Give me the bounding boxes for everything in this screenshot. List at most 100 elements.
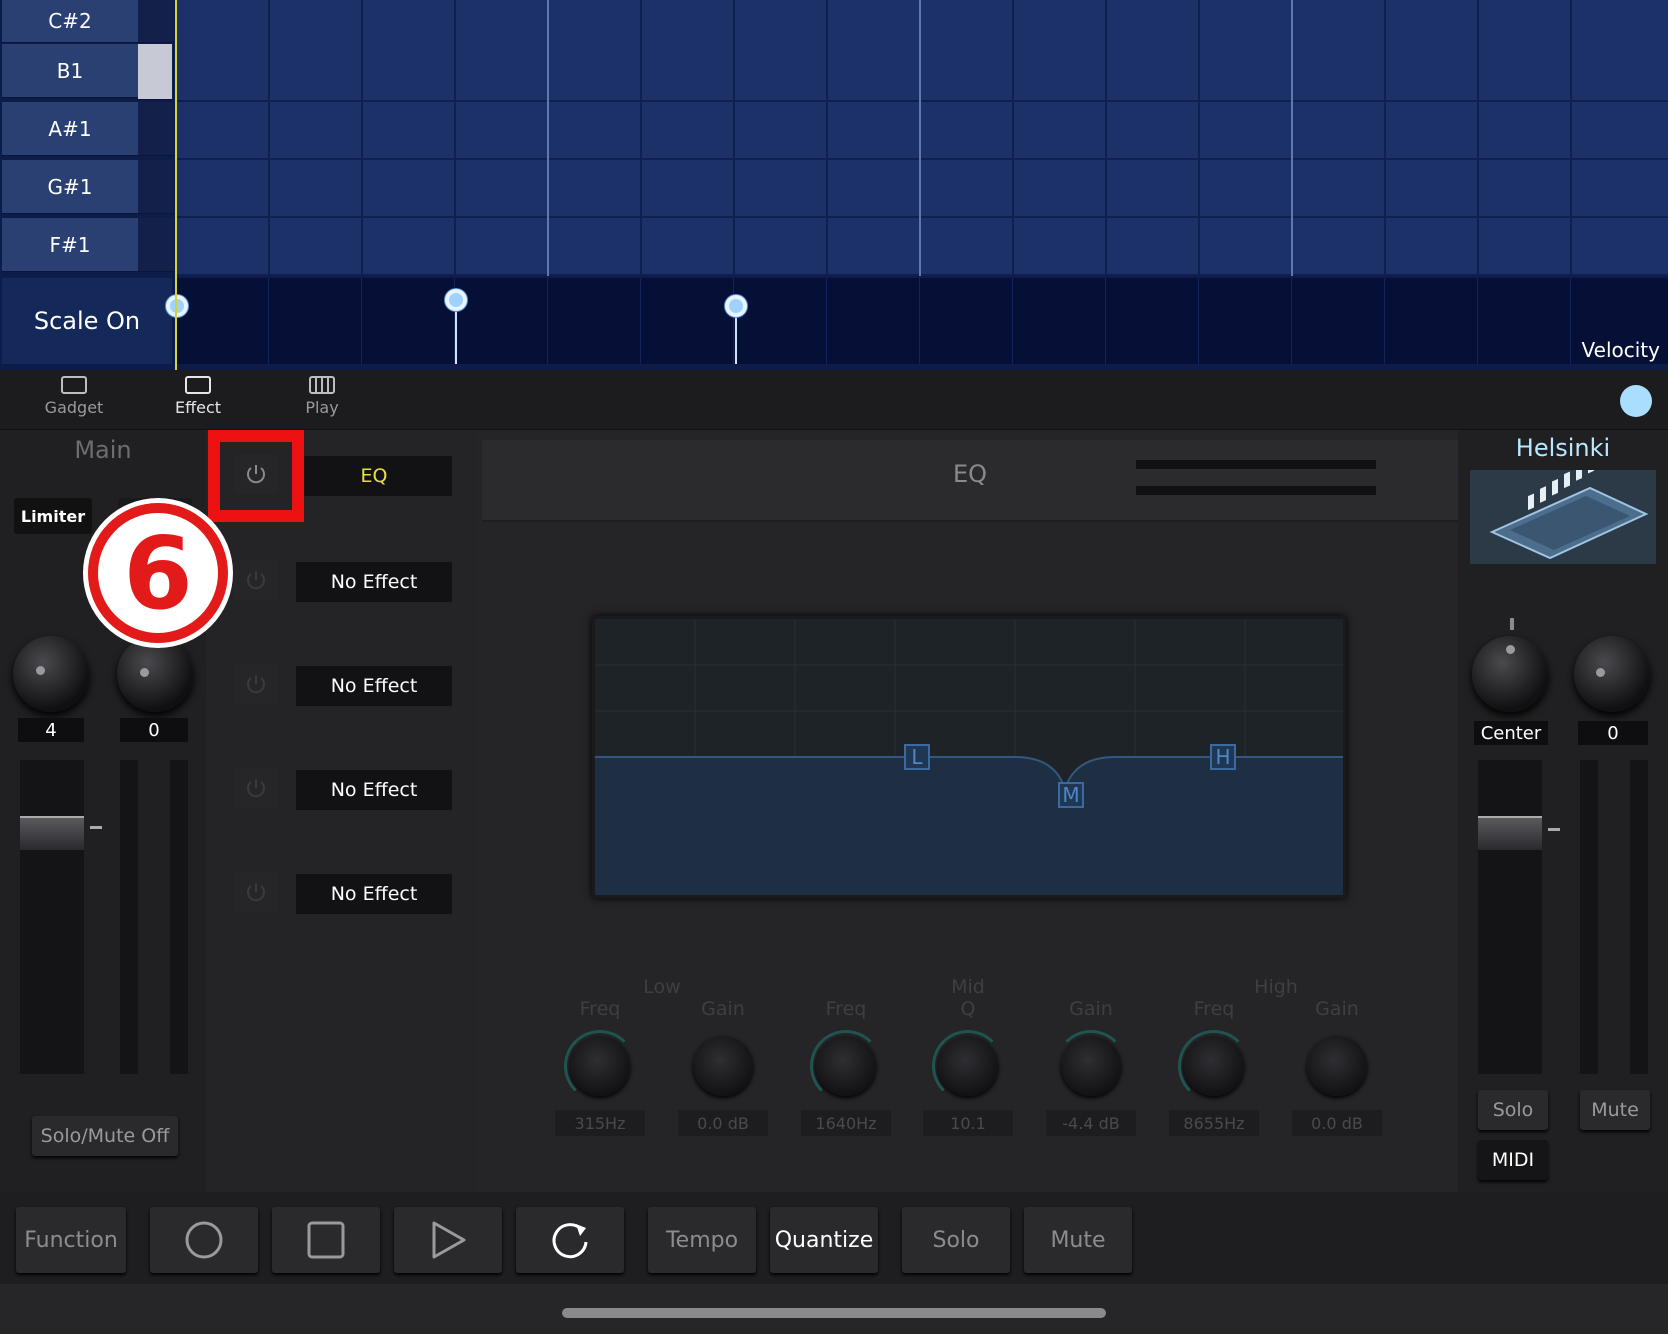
effect-slot[interactable]: No Effect — [296, 666, 452, 706]
eq-low-point[interactable]: L — [904, 744, 930, 770]
velocity-grid-line — [1291, 278, 1292, 364]
piano-key[interactable] — [138, 160, 174, 214]
piano-key[interactable] — [138, 218, 174, 272]
tempo-button[interactable]: Tempo — [648, 1207, 756, 1273]
eq-param-value: -4.4 dB — [1046, 1110, 1136, 1136]
stop-icon — [307, 1221, 345, 1259]
track-fader-handle[interactable] — [1478, 816, 1542, 850]
eq-knob-mid-freq[interactable] — [810, 1030, 882, 1102]
piano-key-label[interactable]: C#2 — [2, 0, 138, 43]
eq-knob-low-freq[interactable] — [564, 1030, 636, 1102]
eq-knob-high-freq[interactable] — [1178, 1030, 1250, 1102]
function-button[interactable]: Function — [16, 1207, 126, 1273]
effect-slot[interactable]: No Effect — [296, 874, 452, 914]
track-name: Helsinki — [1515, 434, 1611, 462]
eq-param-value: 0.0 dB — [678, 1110, 768, 1136]
effect-power-button[interactable] — [234, 560, 278, 600]
grid-line — [1384, 0, 1386, 276]
knob-arc — [932, 1030, 1004, 1102]
velocity-grid-line — [1105, 278, 1106, 364]
note-row[interactable] — [176, 44, 1668, 102]
tab-gadget[interactable]: Gadget — [24, 376, 124, 417]
gadget-icon — [61, 376, 87, 394]
gadget-thumbnail[interactable] — [1470, 470, 1656, 564]
velocity-handle[interactable] — [725, 295, 747, 317]
velocity-grid-line — [733, 278, 734, 364]
track-level-value: 0 — [1578, 721, 1648, 745]
piano-key-pressed[interactable] — [138, 44, 172, 100]
play-button[interactable] — [394, 1207, 502, 1273]
eq-knob-mid-q[interactable] — [932, 1030, 1004, 1102]
eq-param-label: Gain — [1069, 998, 1113, 1020]
velocity-handle[interactable] — [445, 289, 467, 311]
main-fader-track[interactable] — [20, 760, 84, 1074]
record-icon — [185, 1221, 223, 1259]
grid-line — [454, 0, 456, 276]
track-mute-button[interactable]: Mute — [1580, 1090, 1650, 1130]
track-solo-button[interactable]: Solo — [1478, 1090, 1548, 1130]
eq-high-point[interactable]: H — [1210, 744, 1236, 770]
tab-effect[interactable]: Effect — [148, 376, 248, 417]
eq-group-mid: Mid — [951, 976, 985, 998]
main-knob[interactable] — [117, 636, 193, 712]
stop-button[interactable] — [272, 1207, 380, 1273]
eq-param-label: Freq — [1193, 998, 1235, 1020]
piano-key[interactable] — [138, 0, 174, 43]
note-row[interactable] — [176, 218, 1668, 276]
tab-play[interactable]: Play — [272, 376, 372, 417]
main-fader-handle[interactable] — [20, 816, 84, 850]
note-row[interactable] — [176, 160, 1668, 218]
piano-key[interactable] — [138, 102, 174, 156]
transport-mute-button[interactable]: Mute — [1024, 1207, 1132, 1273]
effect-slot[interactable]: No Effect — [296, 562, 452, 602]
velocity-handle[interactable] — [166, 295, 188, 317]
piano-key-label[interactable]: F#1 — [2, 218, 138, 272]
bar-line — [919, 0, 921, 276]
piano-key-label[interactable]: B1 — [2, 44, 138, 98]
level-meter-left — [120, 760, 138, 1074]
eq-param-label: Freq — [579, 998, 621, 1020]
effect-power-button[interactable] — [234, 664, 278, 704]
playhead[interactable] — [175, 0, 177, 370]
eq-param-value: 8655Hz — [1169, 1110, 1259, 1136]
piano-keys-icon — [309, 376, 335, 394]
home-indicator[interactable] — [562, 1308, 1106, 1318]
eq-knob-mid-gain[interactable] — [1055, 1030, 1127, 1096]
effect-power-button[interactable] — [234, 872, 278, 912]
pan-knob[interactable] — [1472, 636, 1548, 712]
effect-power-button[interactable] — [234, 768, 278, 808]
quantize-button[interactable]: Quantize — [770, 1207, 878, 1273]
record-button[interactable] — [150, 1207, 258, 1273]
velocity-grid-line — [1570, 278, 1571, 364]
eq-knob-high-gain[interactable] — [1307, 1036, 1367, 1096]
eq-knob-low-gain[interactable] — [693, 1036, 753, 1096]
piano-key-label[interactable]: A#1 — [2, 102, 138, 156]
eq-param-value: 1640Hz — [801, 1110, 891, 1136]
eq-curve-graph[interactable]: L M H — [592, 616, 1346, 898]
limiter-button[interactable]: Limiter — [14, 498, 92, 534]
bar-line — [547, 0, 549, 276]
velocity-grid-line — [826, 278, 827, 364]
status-indicator[interactable] — [1620, 385, 1652, 417]
note-row[interactable] — [176, 102, 1668, 160]
piano-key-label[interactable]: G#1 — [2, 160, 138, 214]
solo-mute-off-button[interactable]: Solo/Mute Off — [32, 1116, 178, 1156]
knob-arc — [1178, 1030, 1250, 1102]
tab-label: Play — [305, 398, 339, 417]
loop-button[interactable] — [516, 1207, 624, 1273]
effect-slot[interactable]: No Effect — [296, 770, 452, 810]
eq-param-label: Gain — [701, 998, 745, 1020]
track-meter-right — [1630, 760, 1648, 1074]
main-knob[interactable] — [13, 636, 89, 712]
effect-slot-eq[interactable]: EQ — [296, 456, 452, 496]
midi-button[interactable]: MIDI — [1478, 1140, 1548, 1180]
transport-solo-button[interactable]: Solo — [902, 1207, 1010, 1273]
scale-on-button[interactable]: Scale On — [2, 278, 172, 364]
velocity-lane[interactable] — [166, 278, 1668, 364]
track-fader-track[interactable] — [1478, 760, 1542, 1074]
loop-icon — [552, 1223, 588, 1259]
track-level-knob[interactable] — [1574, 636, 1650, 712]
knob-indicator — [1506, 645, 1515, 654]
eq-mid-point[interactable]: M — [1058, 782, 1084, 808]
velocity-grid-line — [1477, 278, 1478, 364]
